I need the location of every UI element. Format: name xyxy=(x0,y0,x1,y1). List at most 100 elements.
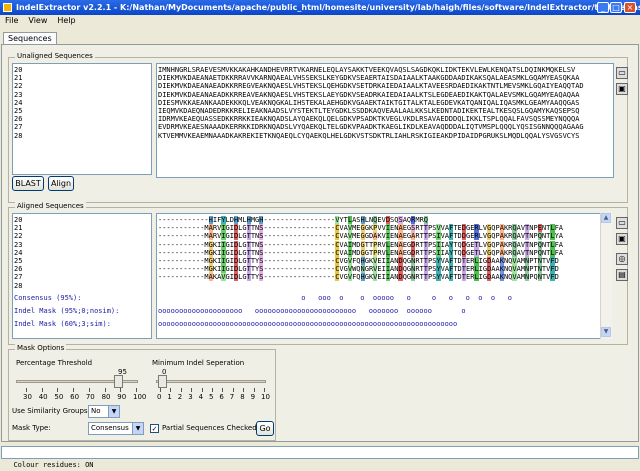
sequence-row: KTVEMMVKEAEMNAAADKAKREKIETKNQAEQLCYQAEKQ… xyxy=(158,131,580,140)
menu-help[interactable]: Help xyxy=(52,15,80,27)
blast-button[interactable]: BLAST xyxy=(12,176,44,191)
partial-sequences-checkbox[interactable]: ✓ xyxy=(150,424,159,433)
slider-tick-label: 4 xyxy=(198,393,204,401)
slider-tick xyxy=(222,388,224,392)
aligned-sequence-name: 27 xyxy=(14,273,23,282)
aligned-sequence-name: 20 xyxy=(14,216,23,224)
mask-label: Consensus (95%): xyxy=(14,293,82,302)
slider-tick xyxy=(57,388,59,392)
residue: L xyxy=(242,216,247,224)
slider-tick-label: 10 xyxy=(261,393,270,401)
slider-tick-label: 80 xyxy=(101,393,111,401)
mask-type-select[interactable]: Consensus ▼ xyxy=(88,422,144,435)
slider-tick-label: 8 xyxy=(240,393,245,401)
residue: M xyxy=(204,248,209,257)
residue: D xyxy=(554,265,559,274)
sequence-name: 21 xyxy=(14,74,23,83)
save-icon-aligned[interactable]: ▣ xyxy=(616,233,628,245)
mask-label: Indel Mask (60%;3;sim): xyxy=(14,319,111,328)
aligned-vertical-scrollbar[interactable]: ▲ ▼ xyxy=(600,213,612,339)
aligned-sequence-row: -----------MGKIIGIDLGTTYS---------------… xyxy=(158,265,600,274)
window-title: IndelExtractor v2.2.1 - K:/Nathan/MyDocu… xyxy=(16,3,640,12)
chevron-down-icon[interactable]: ▼ xyxy=(108,406,119,417)
unaligned-sequences-view[interactable]: IMNHNGRLSRAEVESMVKKAKAHKANDHEVRRTVKARNEL… xyxy=(156,63,614,178)
sequence-row: IMNHNGRLSRAEVESMVKKAKAHKANDHEVRRTVKARNEL… xyxy=(158,66,576,74)
residue: G xyxy=(242,248,247,257)
open-folder-icon-aligned[interactable]: ▭ xyxy=(616,217,628,229)
residue: A xyxy=(558,240,563,249)
slider-tick xyxy=(201,388,203,392)
residue: E xyxy=(356,224,361,233)
slider-tick xyxy=(26,388,27,392)
lock-icon[interactable]: ◎ xyxy=(616,253,628,265)
slider-tick xyxy=(136,388,137,392)
residue: G xyxy=(242,224,247,233)
go-button[interactable]: Go xyxy=(256,421,274,436)
save-icon[interactable]: ▣ xyxy=(616,83,628,95)
residue: Q xyxy=(356,265,361,274)
sequence-row: IDRMVKEAEQUASSEDKKRRKKIEAKNQADSLAYQAEKQL… xyxy=(158,115,580,124)
open-folder-icon[interactable]: ▭ xyxy=(616,67,628,79)
mask-options-title: Mask Options xyxy=(15,344,67,352)
indel-separation-label: Minimum Indel Seperation xyxy=(152,359,245,367)
sequence-row: DIEKMVKDAEANAEADKKRREGVEAKNQAESLVHSTEKSL… xyxy=(158,82,584,91)
threshold-label: Percentage Threshold xyxy=(16,359,93,367)
similarity-select[interactable]: No ▼ xyxy=(88,405,120,418)
aligned-sequence-name: 26 xyxy=(14,265,23,274)
menu-file[interactable]: File xyxy=(0,15,23,27)
residue: M xyxy=(204,273,209,282)
unaligned-title: Unaligned Sequences xyxy=(15,52,95,60)
residue: G xyxy=(242,273,247,282)
residue: G xyxy=(242,240,247,249)
minimize-button[interactable]: _ xyxy=(597,2,609,13)
slider-tick-label: 40 xyxy=(38,393,48,401)
aligned-names-list[interactable]: 20 21 22 23 24 25 26 27 28 Consensus (95%): Indel… xyxy=(12,213,152,339)
aligned-sequences-view[interactable]: ------------HIFYLDHMLHMGH---------------… xyxy=(156,213,602,339)
mask-type-value: Consensus xyxy=(91,424,129,432)
slider-tick xyxy=(180,388,182,392)
residue: D xyxy=(356,240,361,249)
slider-tick-label: 100 xyxy=(133,393,147,401)
threshold-slider-thumb[interactable] xyxy=(114,375,123,388)
sequence-name: 28 xyxy=(14,131,23,140)
slider-tick-label: 90 xyxy=(117,393,127,401)
sequence-name: 26 xyxy=(14,115,23,124)
aligned-sequence-name: 25 xyxy=(14,256,23,265)
slider-tick xyxy=(232,388,234,392)
residue: G xyxy=(242,232,247,241)
slider-tick-label: 9 xyxy=(250,393,256,401)
maximize-button[interactable]: □ xyxy=(610,2,622,13)
indel-slider-track[interactable] xyxy=(156,380,266,383)
chevron-down-icon[interactable]: ▼ xyxy=(132,423,143,434)
align-button[interactable]: Align xyxy=(48,176,74,191)
slider-tick-label: 5 xyxy=(209,393,214,401)
unaligned-names-list[interactable]: 20 21 22 23 24 25 26 27 28 xyxy=(12,63,152,175)
status-text: Colour residues: ON xyxy=(13,461,94,469)
scroll-up-arrow[interactable]: ▲ xyxy=(601,213,611,223)
close-button[interactable]: × xyxy=(624,2,636,13)
slider-tick xyxy=(253,388,255,392)
slider-tick-label: 2 xyxy=(177,393,183,401)
slider-tick xyxy=(170,388,172,392)
aligned-sequence-row: -----------MGKIIGIDLGTTNS---------------… xyxy=(158,248,600,257)
residue: - xyxy=(204,216,209,224)
slider-tick-label: 0 xyxy=(157,393,162,401)
residue: Q xyxy=(356,273,361,282)
slider-tick xyxy=(120,388,122,392)
sequence-row: EVDRMVKEAESNAAADKERRKKIDRKNQADSLVYQAEKQL… xyxy=(158,123,584,132)
indel-slider-thumb[interactable] xyxy=(158,375,167,388)
mask-row: oooooooooooooooooooo ooooooooooooooooooo… xyxy=(158,306,466,315)
menu-bar: File View Help xyxy=(0,15,640,27)
residue: D xyxy=(554,273,559,282)
residue: M xyxy=(204,256,209,265)
scroll-down-arrow[interactable]: ▼ xyxy=(601,327,611,337)
app-icon xyxy=(3,3,12,12)
aligned-sequence-name: 23 xyxy=(14,240,23,249)
aligned-sequence-row: -----------MARVIGIDLGTTNS---------------… xyxy=(158,232,600,241)
aligned-sequence-name: 28 xyxy=(14,281,23,290)
mask-row: o ooo o o ooooo o o o o o o o xyxy=(158,293,513,302)
save-mask-icon[interactable]: ▤ xyxy=(616,269,628,281)
residue: A xyxy=(558,224,563,233)
menu-view[interactable]: View xyxy=(23,15,52,27)
sequence-row: IEQMVKDAEQNADEDRKKRELIEAKNAADSLVYSTEKTLT… xyxy=(158,106,580,115)
